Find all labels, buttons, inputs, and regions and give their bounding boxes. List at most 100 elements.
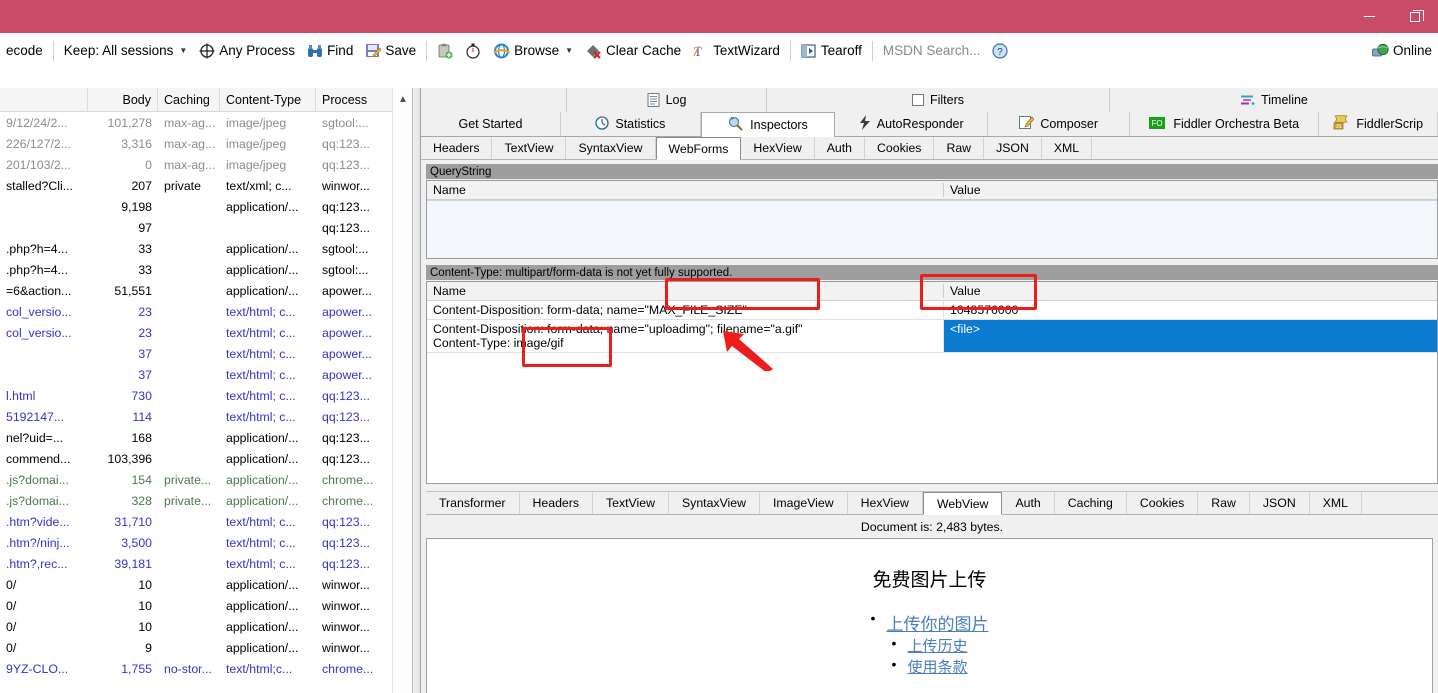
restore-button[interactable]: [1392, 0, 1438, 33]
table-row[interactable]: nel?uid=... 168 application/... qq:123...: [0, 427, 412, 448]
table-row[interactable]: 201/103/2... 0 max-ag... image/jpeg qq:123..…: [0, 154, 412, 175]
column-header-content-type[interactable]: Content-Type: [220, 88, 316, 112]
timeline-button[interactable]: Timeline: [1110, 88, 1438, 112]
table-row[interactable]: Content-Disposition: form-data; name="up…: [427, 320, 1437, 353]
webview-link-list: 上传你的图片 上传历史 使用条款: [427, 610, 1432, 677]
tab-autoresponder[interactable]: AutoResponder: [835, 112, 989, 136]
webview-link-upload[interactable]: 上传你的图片: [887, 615, 989, 635]
table-row[interactable]: .js?domai... 154 private... application/...…: [0, 469, 412, 490]
request-tab-xml[interactable]: XML: [1042, 137, 1093, 159]
table-row[interactable]: 226/127/2... 3,316 max-ag... image/jpeg qq:1…: [0, 133, 412, 154]
keep-sessions-dropdown[interactable]: Keep: All sessions ▼: [58, 38, 193, 64]
tab-get-started[interactable]: Get Started: [421, 112, 561, 136]
response-tab-textview[interactable]: TextView: [593, 492, 669, 514]
filters-checkbox-icon[interactable]: [911, 94, 924, 106]
msdn-search-input[interactable]: MSDN Search...: [877, 38, 987, 64]
online-button[interactable]: Online: [1366, 38, 1438, 64]
table-row[interactable]: .htm?/ninj... 3,500 text/html; c... qq:123.…: [0, 532, 412, 553]
response-tab-transformer[interactable]: Transformer: [426, 492, 520, 514]
minimize-button[interactable]: [1346, 0, 1392, 33]
response-tab-headers[interactable]: Headers: [520, 492, 593, 514]
session-body: 23: [138, 304, 152, 319]
table-row[interactable]: 97 qq:123...: [0, 217, 412, 238]
tab-inspectors[interactable]: Inspectors: [700, 112, 836, 137]
webview-link-terms[interactable]: 使用条款: [907, 658, 967, 676]
request-tab-auth[interactable]: Auth: [815, 137, 866, 159]
table-row[interactable]: 0/10 application/... winwor...: [0, 595, 412, 616]
table-row[interactable]: .js?domai... 328 private... application/...…: [0, 490, 412, 511]
request-tab-headers[interactable]: Headers: [421, 137, 493, 159]
response-tab-syntaxview[interactable]: SyntaxView: [669, 492, 761, 514]
textwizard-button[interactable]: T TextWizard: [687, 38, 786, 64]
browse-button[interactable]: Browse ▼: [487, 38, 579, 64]
table-row[interactable]: col_versio... 23 text/html; c... apower...: [0, 322, 412, 343]
table-row[interactable]: 37 text/html; c... apower...: [0, 343, 412, 364]
request-tab-syntaxview[interactable]: SyntaxView: [566, 137, 656, 159]
response-tab-json[interactable]: JSON: [1250, 492, 1310, 514]
timer-button[interactable]: [459, 38, 487, 64]
table-row[interactable]: 9/12/24/2... 101,278 max-ag... image/jpeg sg…: [0, 112, 412, 133]
vertical-splitter[interactable]: [412, 88, 421, 693]
clear-cache-button[interactable]: Clear Cache: [579, 38, 687, 64]
table-row[interactable]: 9YZ-CLO... 1,755 no-stor... text/html;c... c…: [0, 658, 412, 679]
table-row[interactable]: .php?h=4... 33 application/... sgtool:...: [0, 259, 412, 280]
tab-composer[interactable]: Composer: [988, 112, 1131, 136]
qs-col-name[interactable]: Name: [427, 183, 944, 197]
table-row[interactable]: =6&action... 51,551 application/... apower.…: [0, 280, 412, 301]
column-header-process[interactable]: Process: [316, 88, 394, 112]
body-col-value[interactable]: Value: [944, 284, 1437, 298]
response-tab-auth[interactable]: Auth: [1002, 492, 1055, 514]
response-tab-hexview[interactable]: HexView: [848, 492, 923, 514]
webview-panel[interactable]: 免费图片上传 上传你的图片 上传历史 使用条款: [426, 538, 1433, 693]
column-header-body[interactable]: Body: [88, 88, 158, 112]
request-tab-raw[interactable]: Raw: [934, 137, 985, 159]
table-row[interactable]: 0/9 application/... winwor...: [0, 637, 412, 658]
help-button[interactable]: ?: [986, 38, 1014, 64]
table-row[interactable]: col_versio... 23 text/html; c... apower...: [0, 301, 412, 322]
qs-col-value[interactable]: Value: [944, 183, 1437, 197]
sessions-scrollbar[interactable]: ▲: [392, 88, 412, 693]
table-row[interactable]: 0/10 application/... winwor...: [0, 616, 412, 637]
save-button[interactable]: Save: [359, 38, 422, 64]
response-tab-xml[interactable]: XML: [1310, 492, 1362, 514]
body-table[interactable]: Name Value Content-Disposition: form-dat…: [426, 281, 1438, 484]
response-tab-cookies[interactable]: Cookies: [1127, 492, 1199, 514]
table-row[interactable]: Content-Disposition: form-data; name="MA…: [427, 301, 1437, 320]
clipboard-button[interactable]: [431, 38, 459, 64]
log-button[interactable]: Log: [567, 88, 767, 112]
filters-button[interactable]: Filters: [767, 88, 1110, 112]
table-row[interactable]: .htm?vide... 31,710 text/html; c... qq:123.…: [0, 511, 412, 532]
table-row[interactable]: l.html 730 text/html; c... qq:123...: [0, 385, 412, 406]
request-tab-textview[interactable]: TextView: [492, 137, 567, 159]
table-row[interactable]: 9,198 application/... qq:123...: [0, 196, 412, 217]
request-tab-hexview[interactable]: HexView: [741, 137, 815, 159]
table-row[interactable]: .htm?,rec... 39,181 text/html; c... qq:123.…: [0, 553, 412, 574]
table-row[interactable]: 0/10 application/... winwor...: [0, 574, 412, 595]
response-tab-caching[interactable]: Caching: [1055, 492, 1127, 514]
response-tab-raw[interactable]: Raw: [1198, 492, 1250, 514]
response-tab-imageview[interactable]: ImageView: [760, 492, 848, 514]
request-tab-webforms[interactable]: WebForms: [655, 137, 742, 160]
tearoff-button[interactable]: Tearoff: [795, 38, 868, 64]
table-row[interactable]: commend... 103,396 application/... qq:123..…: [0, 448, 412, 469]
sessions-grid[interactable]: Body Caching Content-Type Process 9/12/2…: [0, 88, 412, 693]
response-tab-webview[interactable]: WebView: [922, 492, 1003, 515]
decode-button[interactable]: ecode: [0, 38, 49, 64]
find-button[interactable]: Find: [301, 38, 359, 64]
column-header-url[interactable]: [0, 88, 88, 112]
column-header-caching[interactable]: Caching: [158, 88, 220, 112]
tab-fiddler-orchestra-beta[interactable]: FO Fiddler Orchestra Beta: [1130, 112, 1320, 136]
querystring-table[interactable]: Name Value: [426, 180, 1438, 259]
any-process-button[interactable]: Any Process: [193, 38, 301, 64]
table-row[interactable]: 5192147... 114 text/html; c... qq:123...: [0, 406, 412, 427]
tab-statistics[interactable]: Statistics: [560, 112, 701, 136]
webview-link-history[interactable]: 上传历史: [907, 637, 967, 655]
request-tab-cookies[interactable]: Cookies: [865, 137, 935, 159]
tab-fiddlerscrip[interactable]: JS FiddlerScrip: [1319, 112, 1438, 136]
table-row[interactable]: .php?h=4... 33 application/... sgtool:...: [0, 238, 412, 259]
table-row[interactable]: stalled?Cli... 207 private text/xml; c... wi…: [0, 175, 412, 196]
table-row[interactable]: 37 text/html; c... apower...: [0, 364, 412, 385]
request-tab-json[interactable]: JSON: [984, 137, 1042, 159]
body-col-name[interactable]: Name: [427, 284, 944, 298]
scroll-up-icon[interactable]: ▲: [393, 88, 413, 110]
